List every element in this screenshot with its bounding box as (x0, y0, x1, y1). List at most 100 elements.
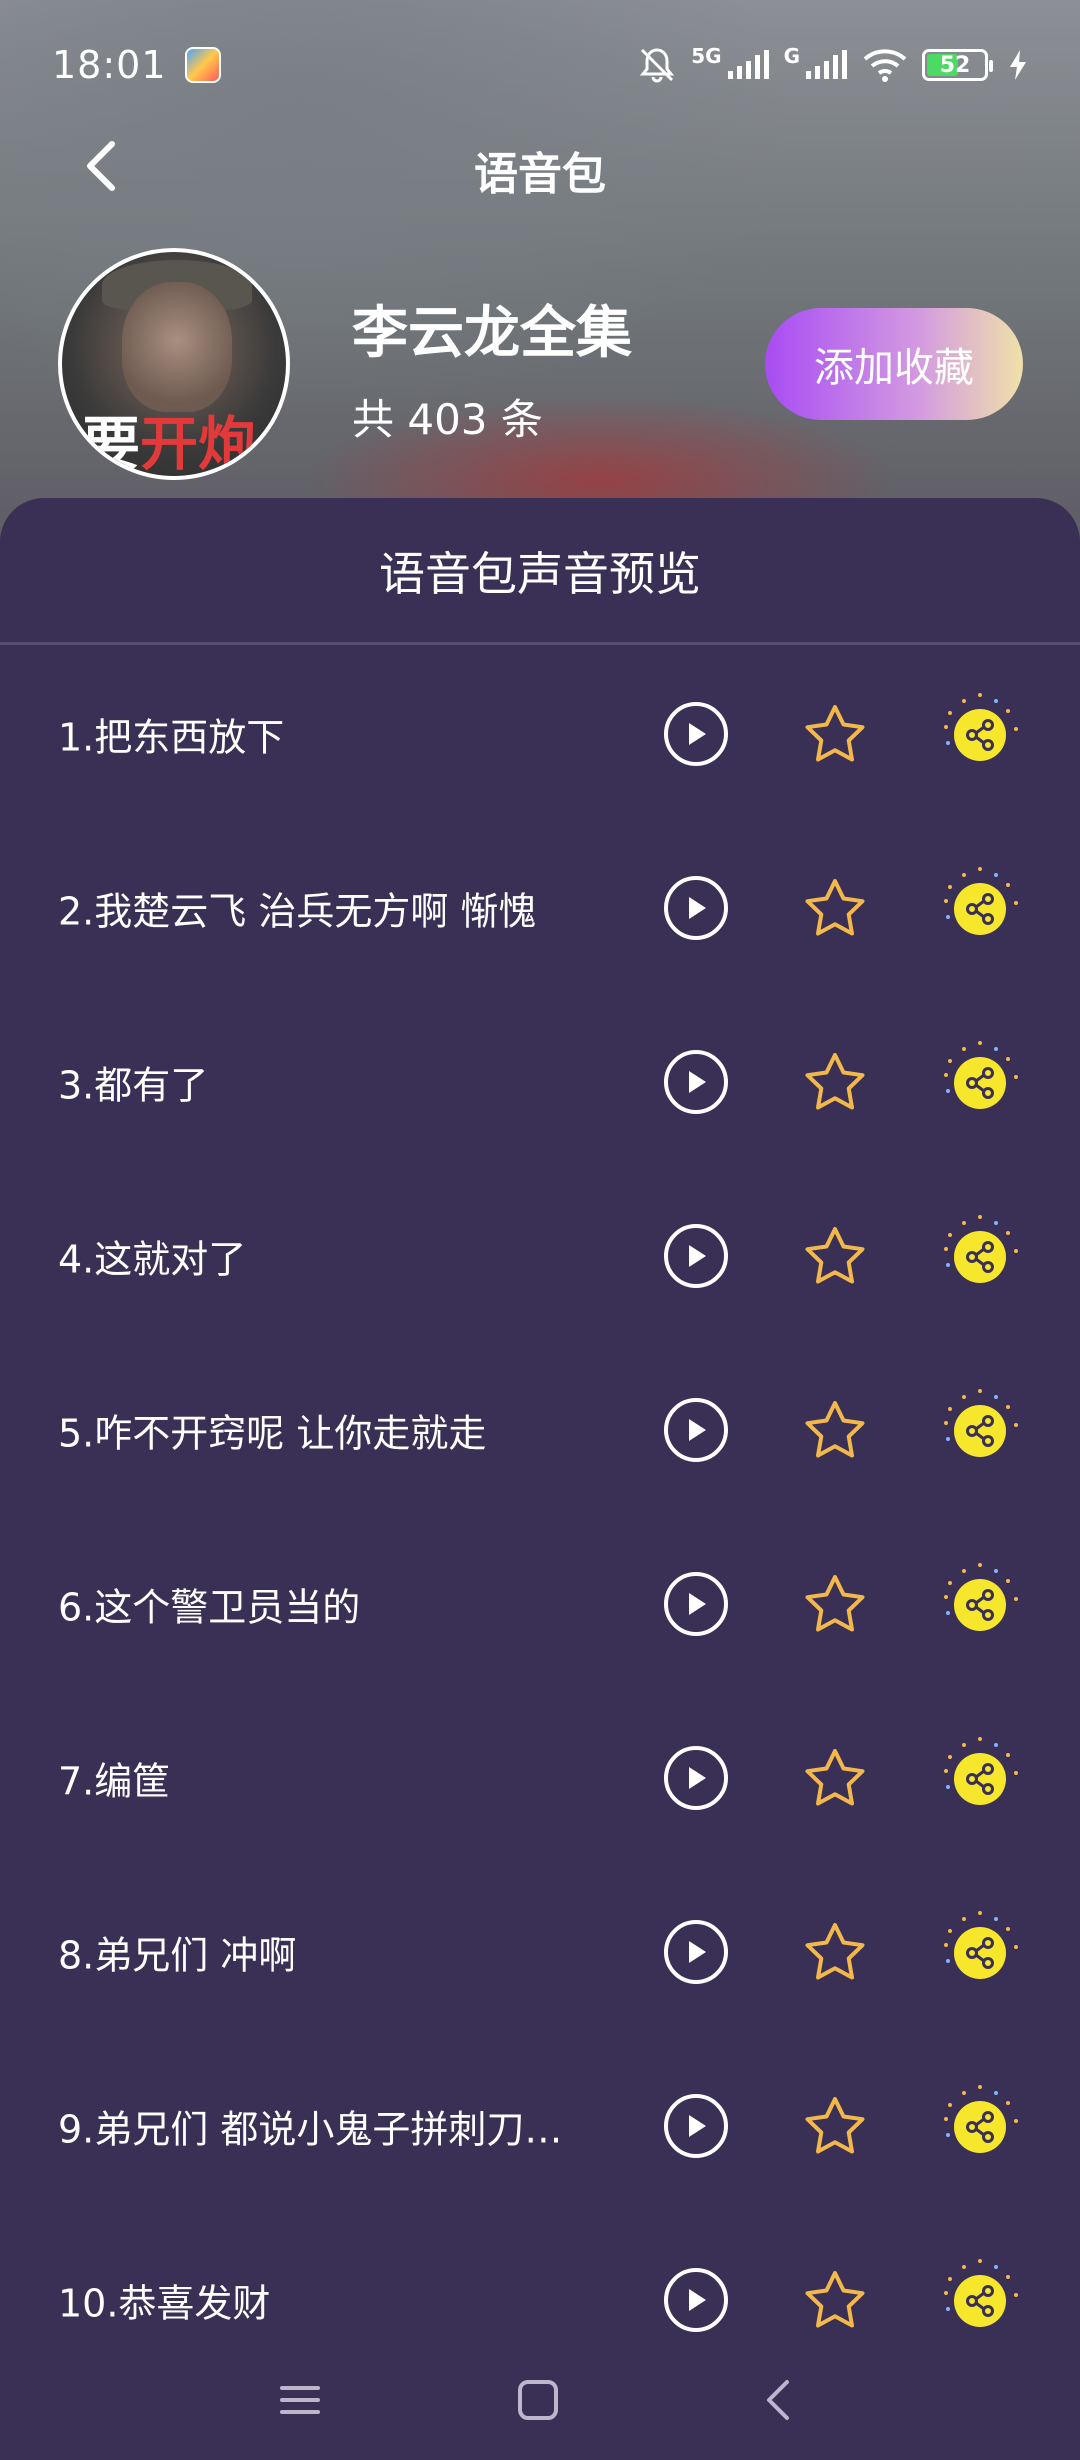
share-icon (944, 2259, 1018, 2327)
favorite-star-button[interactable] (802, 1919, 868, 1985)
battery-level: 52 (939, 52, 971, 78)
divider (0, 642, 1080, 645)
pack-count: 共 403 条 (352, 395, 543, 444)
play-icon (689, 2115, 706, 2137)
home-button[interactable] (508, 2370, 568, 2430)
play-button[interactable] (664, 1398, 728, 1462)
app-notification-icon (184, 47, 221, 83)
status-time: 18:01 (52, 43, 167, 87)
star-icon (805, 1575, 865, 1632)
list-item[interactable]: 7.编筐 (0, 1691, 1080, 1865)
play-icon (689, 2289, 706, 2311)
favorite-star-button[interactable] (802, 1571, 868, 1637)
square-icon (518, 2380, 558, 2420)
system-back-button[interactable] (748, 2370, 808, 2430)
play-icon (689, 1593, 706, 1615)
favorite-star-button[interactable] (802, 1223, 868, 1289)
network-5g-label: 5G (691, 44, 722, 68)
share-icon (944, 1041, 1018, 1109)
menu-button[interactable] (270, 2370, 330, 2430)
avatar-caption: 要开炮 (62, 412, 286, 476)
list-item[interactable]: 6.这个警卫员当的 (0, 1517, 1080, 1691)
share-button[interactable] (936, 1907, 1022, 1993)
avatar-caption-part-1: 要 (82, 410, 141, 478)
share-button[interactable] (936, 1385, 1022, 1471)
star-icon (805, 879, 865, 936)
share-icon (944, 1563, 1018, 1631)
play-button[interactable] (664, 1224, 728, 1288)
signal-icon (727, 50, 769, 79)
play-button[interactable] (664, 702, 728, 766)
wifi-icon (863, 49, 907, 82)
list-item[interactable]: 4.这就对了 (0, 1169, 1080, 1343)
share-button[interactable] (936, 863, 1022, 949)
share-button[interactable] (936, 2255, 1022, 2341)
list-item-label: 5.咋不开窍呢 让你走就走 (58, 1411, 487, 1456)
list-item[interactable]: 5.咋不开窍呢 让你走就走 (0, 1343, 1080, 1517)
share-button[interactable] (936, 1733, 1022, 1819)
play-icon (689, 723, 706, 745)
add-favorite-button[interactable]: 添加收藏 (765, 308, 1023, 420)
bell-muted-icon (640, 48, 675, 83)
list-item[interactable]: 9.弟兄们 都说小鬼子拼刺刀… (0, 2039, 1080, 2213)
star-icon (805, 1401, 865, 1458)
play-icon (689, 1419, 706, 1441)
list-item-label: 3.都有了 (58, 1063, 209, 1108)
share-icon (944, 693, 1018, 761)
charging-icon (1010, 50, 1026, 80)
network-g-label: G (783, 44, 800, 68)
preview-panel: 语音包声音预览 1.把东西放下 2.我楚云飞 治兵无方啊 惭愧 3.都有了 4.… (0, 498, 1080, 2460)
play-button[interactable] (664, 2094, 728, 2158)
favorite-star-button[interactable] (802, 1745, 868, 1811)
system-nav-bar (0, 2340, 1080, 2460)
list-item-label: 10.恭喜发财 (58, 2281, 271, 2326)
status-bar: 18:01 5G G 52 (0, 0, 1080, 130)
favorite-star-button[interactable] (802, 701, 868, 767)
list-item-label: 4.这就对了 (58, 1237, 247, 1282)
share-icon (944, 1911, 1018, 1979)
star-icon (805, 1053, 865, 1110)
list-item[interactable]: 3.都有了 (0, 995, 1080, 1169)
play-icon (689, 1941, 706, 1963)
share-icon (944, 1389, 1018, 1457)
list-item-label: 7.编筐 (58, 1759, 171, 1804)
pack-name: 李云龙全集 (352, 301, 632, 366)
share-button[interactable] (936, 1037, 1022, 1123)
share-button[interactable] (936, 2081, 1022, 2167)
share-icon (944, 867, 1018, 935)
share-icon (944, 1737, 1018, 1805)
status-icons: 5G G 52 (637, 44, 1028, 85)
share-button[interactable] (936, 689, 1022, 775)
list-item-label: 6.这个警卫员当的 (58, 1585, 361, 1630)
list-item[interactable]: 2.我楚云飞 治兵无方啊 惭愧 (0, 821, 1080, 995)
share-button[interactable] (936, 1559, 1022, 1645)
favorite-star-button[interactable] (802, 2267, 868, 2333)
favorite-star-button[interactable] (802, 2093, 868, 2159)
star-icon (805, 1923, 865, 1980)
nav-bar: 语音包 (0, 120, 1080, 210)
play-button[interactable] (664, 1050, 728, 1114)
voice-list: 1.把东西放下 2.我楚云飞 治兵无方啊 惭愧 3.都有了 4.这就对了 5.咋… (0, 647, 1080, 2387)
star-icon (805, 705, 865, 762)
panel-title: 语音包声音预览 (379, 547, 701, 601)
share-button[interactable] (936, 1211, 1022, 1297)
list-item[interactable]: 8.弟兄们 冲啊 (0, 1865, 1080, 2039)
play-button[interactable] (664, 876, 728, 940)
favorite-star-button[interactable] (802, 1397, 868, 1463)
play-icon (689, 1767, 706, 1789)
play-button[interactable] (664, 1920, 728, 1984)
battery-indicator: 52 (922, 49, 993, 81)
play-button[interactable] (664, 1746, 728, 1810)
list-item-label: 1.把东西放下 (58, 715, 285, 760)
favorite-star-button[interactable] (802, 875, 868, 941)
list-item-label: 9.弟兄们 都说小鬼子拼刺刀… (58, 2107, 563, 2152)
menu-icon (280, 2386, 320, 2414)
list-item[interactable]: 1.把东西放下 (0, 647, 1080, 821)
star-icon (805, 1749, 865, 1806)
avatar-face (122, 282, 232, 412)
play-button[interactable] (664, 1572, 728, 1636)
play-icon (689, 897, 706, 919)
play-button[interactable] (664, 2268, 728, 2332)
favorite-star-button[interactable] (802, 1049, 868, 1115)
avatar-caption-part-2: 开炮 (140, 410, 257, 478)
